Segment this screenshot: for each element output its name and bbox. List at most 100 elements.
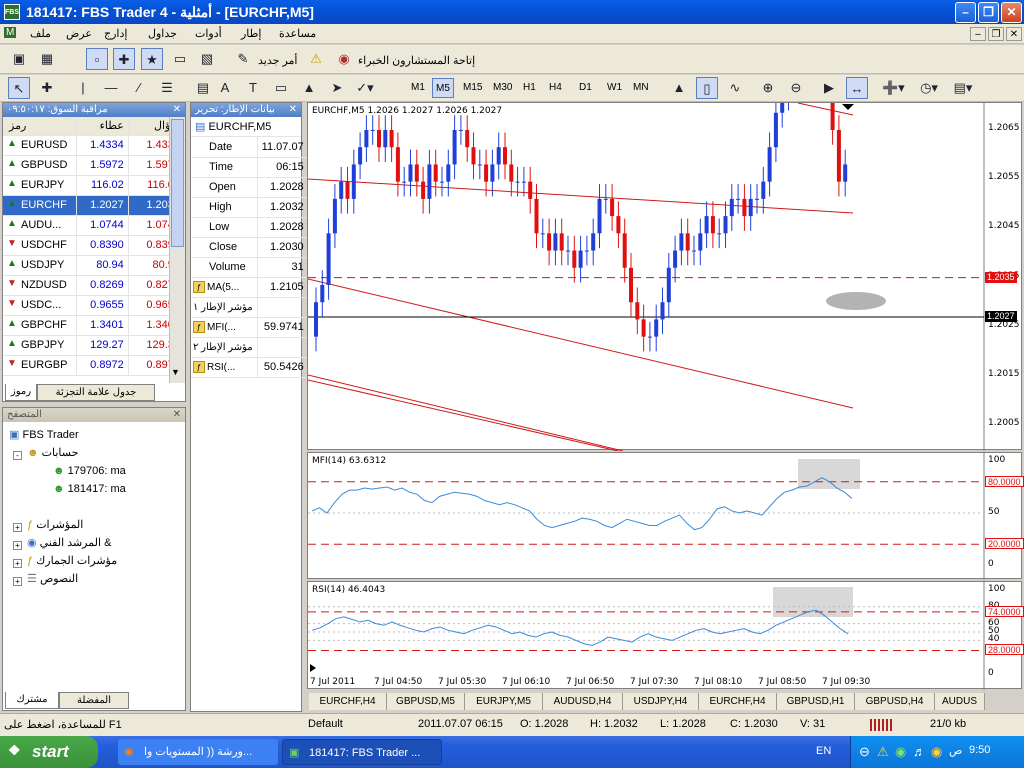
market-watch-row[interactable]: ▲ USDJPY 80.94 80.96	[3, 255, 186, 276]
mdi-close-button[interactable]: ✕	[1006, 27, 1022, 41]
rsi-chart[interactable]: RSI(14) 46.4043 1008074.000060504028.000…	[307, 581, 1024, 690]
tree-account-2[interactable]: ☻ 181417: ma	[53, 480, 126, 498]
timeframe-m30[interactable]: M30	[490, 78, 515, 98]
language-indicator[interactable]: EN	[816, 745, 831, 757]
chart-tab[interactable]: USDJPY,H4	[623, 693, 699, 710]
expand-icon[interactable]: +	[13, 541, 22, 550]
col-bid[interactable]: عطاء	[76, 117, 129, 136]
fibonacci-icon[interactable]: ▤	[192, 77, 214, 99]
new-order-icon[interactable]: ✎	[232, 48, 254, 70]
trendline-icon[interactable]: ∕	[128, 77, 150, 99]
menu-charts[interactable]: جداول	[148, 27, 177, 40]
tree-accounts[interactable]: ☻ حسابات	[27, 444, 78, 462]
indicators-icon[interactable]: ➕▾	[882, 77, 905, 99]
menu-window[interactable]: إطار	[241, 27, 261, 40]
tray-icon[interactable]: ◉	[931, 744, 942, 760]
timeframe-d1[interactable]: D1	[576, 78, 595, 98]
crosshair-icon[interactable]: ✚	[36, 77, 58, 99]
mfi-chart[interactable]: MFI(14) 63.6312 100 80.0000 50 20.0000 0	[307, 452, 1024, 580]
market-watch-row[interactable]: ▼ USDCHF 0.8390 0.8393	[3, 235, 186, 256]
tray-icon[interactable]: ⊖	[859, 744, 870, 760]
close-icon[interactable]: ✕	[173, 103, 181, 117]
chart-tab[interactable]: AUDUS	[935, 693, 985, 710]
line-chart-icon[interactable]: ∿	[724, 77, 746, 99]
strategy-tester-icon[interactable]: ▧	[196, 48, 218, 70]
chart-tab[interactable]: GBPUSD,H4	[855, 693, 935, 710]
tab-tick-chart[interactable]: جدول علامة التجزئة	[37, 384, 155, 401]
menu-tools[interactable]: أدوات	[195, 27, 222, 40]
scroll-down-icon[interactable]: ▼	[171, 367, 180, 377]
chart-tab[interactable]: GBPUSD,M5	[387, 693, 465, 710]
experts-icon[interactable]: ◉	[333, 48, 355, 70]
periods-icon[interactable]: ◷▾	[918, 77, 940, 99]
auto-scroll-icon[interactable]: ▶	[818, 77, 840, 99]
menu-insert[interactable]: إدارج	[104, 27, 127, 40]
col-symbol[interactable]: رمز	[3, 117, 77, 136]
restore-button[interactable]: ❐	[978, 2, 999, 23]
timeframe-m5[interactable]: M5	[432, 78, 454, 98]
scroll-thumb[interactable]	[171, 119, 184, 247]
expand-icon[interactable]: +	[13, 523, 22, 532]
timeframe-mn[interactable]: MN	[630, 78, 652, 98]
market-watch-row[interactable]: ▲ AUDU... 1.0744 1.0747	[3, 215, 186, 236]
expand-icon[interactable]: +	[13, 577, 22, 586]
chart-tab[interactable]: EURJPY,M5	[465, 693, 543, 710]
clock[interactable]: 9:50	[969, 744, 990, 756]
arrows-icon[interactable]: ➤	[326, 77, 348, 99]
tab-symbols[interactable]: رموز	[5, 384, 37, 401]
tab-common[interactable]: مشترك	[5, 692, 59, 709]
text-icon[interactable]: A	[214, 77, 236, 99]
market-watch-row[interactable]: ▼ USDC... 0.9655 0.9659	[3, 295, 186, 316]
close-icon[interactable]: ✕	[173, 408, 181, 422]
price-chart[interactable]: EURCHF,M5 1.2026 1.2027 1.2026 1.2027 1.…	[307, 102, 1022, 451]
collapse-icon[interactable]: -	[13, 451, 22, 460]
market-watch-row[interactable]: ▲ EURJPY 116.02 116.05	[3, 175, 186, 196]
zoom-out-icon[interactable]: ⊖	[785, 77, 807, 99]
experts-button[interactable]: إتاحة المستشارون الخبراء	[358, 54, 475, 67]
new-order-button[interactable]: أمر جديد	[258, 54, 297, 67]
rectangle-icon[interactable]: ▭	[270, 77, 292, 99]
market-watch-row[interactable]: ▲ EURCHF 1.2027 1.2031	[3, 195, 186, 216]
chart-shift-icon[interactable]: ↔	[846, 77, 868, 99]
metaeditor-icon[interactable]: ⚠	[305, 48, 327, 70]
cursor-icon[interactable]: ↖	[8, 77, 30, 99]
close-icon[interactable]: ✕	[289, 103, 297, 117]
tray-icon[interactable]: ⚠	[877, 744, 889, 760]
channel-icon[interactable]: ☰	[156, 77, 178, 99]
title-bar[interactable]: FBS 181417: FBS Trader 4 - أمثلية - [EUR…	[0, 0, 1024, 24]
expand-icon[interactable]: +	[13, 559, 22, 568]
market-watch-row[interactable]: ▲ EURUSD 1.4334 1.4336	[3, 135, 186, 156]
tree-account-1[interactable]: ☻ 179706: ma	[53, 462, 126, 480]
terminal-icon[interactable]: ▭	[169, 48, 191, 70]
tree-custom-indicators[interactable]: ƒ مؤشرات الجمارك	[27, 552, 117, 570]
market-watch-scrollbar[interactable]: ▼	[169, 117, 185, 383]
tree-scripts[interactable]: ☰ النصوص	[27, 570, 78, 588]
new-chart-icon[interactable]: ▣	[8, 48, 30, 70]
tree-experts[interactable]: ◉ المرشد الفني &	[27, 534, 111, 552]
zoom-in-icon[interactable]: ⊕	[757, 77, 779, 99]
profiles-icon[interactable]: ▦	[36, 48, 58, 70]
volume-icon[interactable]: ♬	[913, 744, 926, 759]
timeframe-m1[interactable]: M1	[408, 78, 428, 98]
label-icon[interactable]: T	[242, 77, 264, 99]
timeframe-m15[interactable]: M15	[460, 78, 485, 98]
start-button[interactable]: ❖ start	[0, 736, 98, 768]
market-watch-icon[interactable]: ▫	[86, 48, 108, 70]
timeframe-h4[interactable]: H4	[546, 78, 565, 98]
data-window-icon[interactable]: ✚	[113, 48, 135, 70]
triangle-icon[interactable]: ▲	[298, 77, 320, 99]
market-watch-row[interactable]: ▲ GBPJPY 129.27 129.34	[3, 335, 186, 356]
market-watch-row[interactable]: ▼ EURGBP 0.8972 0.8976	[3, 355, 186, 376]
timeframe-h1[interactable]: H1	[520, 78, 539, 98]
market-watch-row[interactable]: ▼ NZDUSD 0.8269 0.8274	[3, 275, 186, 296]
chart-tab[interactable]: AUDUSD,H4	[543, 693, 623, 710]
mdi-restore-button[interactable]: ❐	[988, 27, 1004, 41]
tree-root[interactable]: ▣ FBS Trader	[9, 426, 79, 444]
market-watch-row[interactable]: ▲ GBPCHF 1.3401 1.3408	[3, 315, 186, 336]
minimize-button[interactable]: –	[955, 2, 976, 23]
tab-favorites[interactable]: المفضلة	[59, 692, 129, 709]
tree-indicators[interactable]: ƒ المؤشرات	[27, 516, 83, 534]
vertical-line-icon[interactable]: |	[72, 77, 94, 99]
chart-tab[interactable]: GBPUSD,H1	[777, 693, 855, 710]
network-icon[interactable]: ◉	[895, 744, 906, 760]
